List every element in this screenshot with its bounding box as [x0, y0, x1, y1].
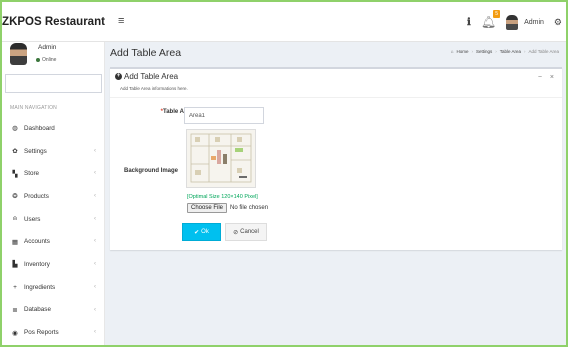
bell-icon[interactable]: 🔔︎ 5	[481, 10, 501, 29]
sidebar-item-label: Pos Reports	[24, 329, 59, 337]
user-status: Online	[36, 57, 56, 63]
ok-label: Ok	[201, 229, 209, 235]
plus-icon: +	[13, 283, 17, 291]
close-icon[interactable]: ×	[550, 74, 554, 81]
table-area-input[interactable]	[184, 107, 264, 124]
breadcrumb-separator: ›	[495, 49, 497, 54]
chevron-left-icon: ‹	[94, 261, 96, 268]
sidebar-item-label: Accounts	[24, 238, 50, 246]
database-icon: ≣	[12, 306, 18, 314]
sidebar-search-input[interactable]	[5, 74, 102, 93]
ok-button[interactable]: ✔ Ok	[182, 223, 221, 241]
sidebar-item-accounts[interactable]: ▦ Accounts ‹	[2, 230, 105, 253]
sidebar-item-dashboard[interactable]: ◍ Dashboard	[2, 117, 105, 140]
sidebar-item-label: Products	[24, 192, 49, 200]
chevron-left-icon: ‹	[94, 283, 96, 290]
top-navbar: ZKPOS Restaurant ≡ ℹ 🔔︎ 5 Admin ⚙	[2, 2, 566, 42]
cancel-circle-icon: ⊘	[233, 229, 239, 236]
breadcrumb-table-area[interactable]: Table Area	[500, 49, 521, 54]
hamburger-icon[interactable]: ≡	[118, 15, 124, 27]
chevron-left-icon: ‹	[94, 215, 96, 222]
online-dot-icon	[36, 58, 40, 62]
sidebar-user-name: Admin	[38, 44, 57, 51]
sidebar-item-settings[interactable]: ✿ Settings ‹	[2, 140, 105, 163]
sidebar-item-users[interactable]: ⍝ Users ‹	[2, 208, 105, 231]
chevron-left-icon: ‹	[94, 147, 96, 154]
sidebar: Admin Online MAIN NAVIGATION ◍ Dashboard ✿…	[2, 42, 105, 345]
background-image-label: Background Image	[123, 168, 178, 174]
chevron-left-icon: ‹	[94, 238, 96, 245]
check-icon: ✔	[194, 229, 200, 236]
info-icon[interactable]: ℹ	[467, 17, 471, 28]
products-icon: ❂	[12, 193, 18, 201]
breadcrumb-settings[interactable]: Settings	[476, 49, 492, 54]
breadcrumb-separator: ›	[471, 49, 474, 54]
box-divider	[110, 97, 562, 98]
sidebar-item-database[interactable]: ≣ Database ‹	[2, 299, 105, 322]
sidebar-item-pos-reports[interactable]: ◉ Pos Reports ‹	[2, 321, 105, 344]
sidebar-item-ingredients[interactable]: + Ingredients ‹	[2, 276, 105, 299]
sidebar-item-products[interactable]: ❂ Products ‹	[2, 185, 105, 208]
file-upload: Choose File No file chosen	[187, 203, 268, 213]
home-icon: ⌂	[450, 49, 454, 54]
sidebar-item-inventory[interactable]: ▙ Inventory ‹	[2, 253, 105, 276]
avatar	[10, 43, 27, 65]
cancel-button[interactable]: ⊘ Cancel	[225, 223, 267, 241]
sidebar-item-label: Ingredients	[24, 283, 56, 291]
plus-circle-icon: +	[115, 73, 122, 80]
sidebar-item-label: Users	[24, 215, 41, 223]
collapse-icon[interactable]: −	[538, 74, 542, 81]
brand-logo[interactable]: ZKPOS Restaurant	[2, 2, 105, 42]
box-tools: − ×	[538, 74, 554, 81]
sidebar-item-label: Database	[24, 306, 51, 314]
box-title-text: Add Table Area	[124, 72, 179, 81]
file-status: No file chosen	[230, 205, 269, 211]
chevron-left-icon: ‹	[94, 170, 96, 177]
page-title: Add Table Area	[110, 47, 182, 59]
avatar	[506, 14, 519, 30]
sidebar-item-label: Settings	[24, 147, 47, 155]
user-status-label: Online	[42, 57, 57, 63]
add-table-area-box: + Add Table Area Add Table Area informat…	[110, 67, 562, 250]
eye-icon: ◉	[12, 329, 18, 337]
chevron-left-icon: ‹	[94, 329, 96, 336]
accounts-icon: ▦	[11, 238, 19, 246]
inventory-icon: ▙	[12, 261, 18, 269]
sidebar-item-label: Dashboard	[24, 124, 55, 132]
notification-count-badge: 5	[493, 10, 501, 18]
cancel-label: Cancel	[240, 229, 259, 235]
user-menu[interactable]: Admin	[506, 14, 544, 30]
chevron-left-icon: ‹	[94, 193, 96, 200]
navbar-right: ℹ 🔔︎ 5 Admin ⚙	[467, 2, 562, 42]
background-image-preview	[186, 129, 256, 188]
sidebar-user-panel: Admin Online	[2, 42, 104, 72]
gears-icon[interactable]: ⚙	[554, 17, 562, 28]
sidebar-item-store[interactable]: ▚ Store ‹	[2, 162, 105, 185]
store-icon: ▚	[12, 170, 18, 178]
chevron-left-icon: ‹	[94, 306, 96, 313]
breadcrumb-home[interactable]: Home	[457, 49, 469, 54]
sidebar-item-label: Inventory	[24, 260, 50, 268]
user-menu-name: Admin	[524, 18, 544, 26]
gear-icon: ✿	[12, 148, 18, 156]
user-icon: ⍝	[13, 215, 17, 223]
dashboard-icon: ◍	[12, 125, 18, 133]
sidebar-nav: ◍ Dashboard ✿ Settings ‹ ▚ Store ‹ ❂ Products ‹ ⍝ Us…	[2, 117, 105, 344]
breadcrumb-current: Add Table Area	[528, 49, 559, 54]
box-subtitle: Add Table Area informations here.	[120, 86, 188, 91]
breadcrumb-separator: ›	[524, 49, 526, 54]
sidebar-header: MAIN NAVIGATION	[10, 105, 57, 111]
box-title: + Add Table Area	[115, 72, 178, 81]
sidebar-item-label: Store	[24, 170, 40, 178]
choose-file-button[interactable]: Choose File	[187, 203, 228, 213]
image-size-hint: [Optimal Size 120×140 Pixel]	[187, 194, 258, 200]
breadcrumb: ⌂ Home › Settings › Table Area › Add Tab…	[451, 49, 559, 54]
floor-plan-image	[187, 130, 255, 187]
app-frame: ZKPOS Restaurant ≡ ℹ 🔔︎ 5 Admin ⚙ Admin O…	[0, 0, 568, 347]
